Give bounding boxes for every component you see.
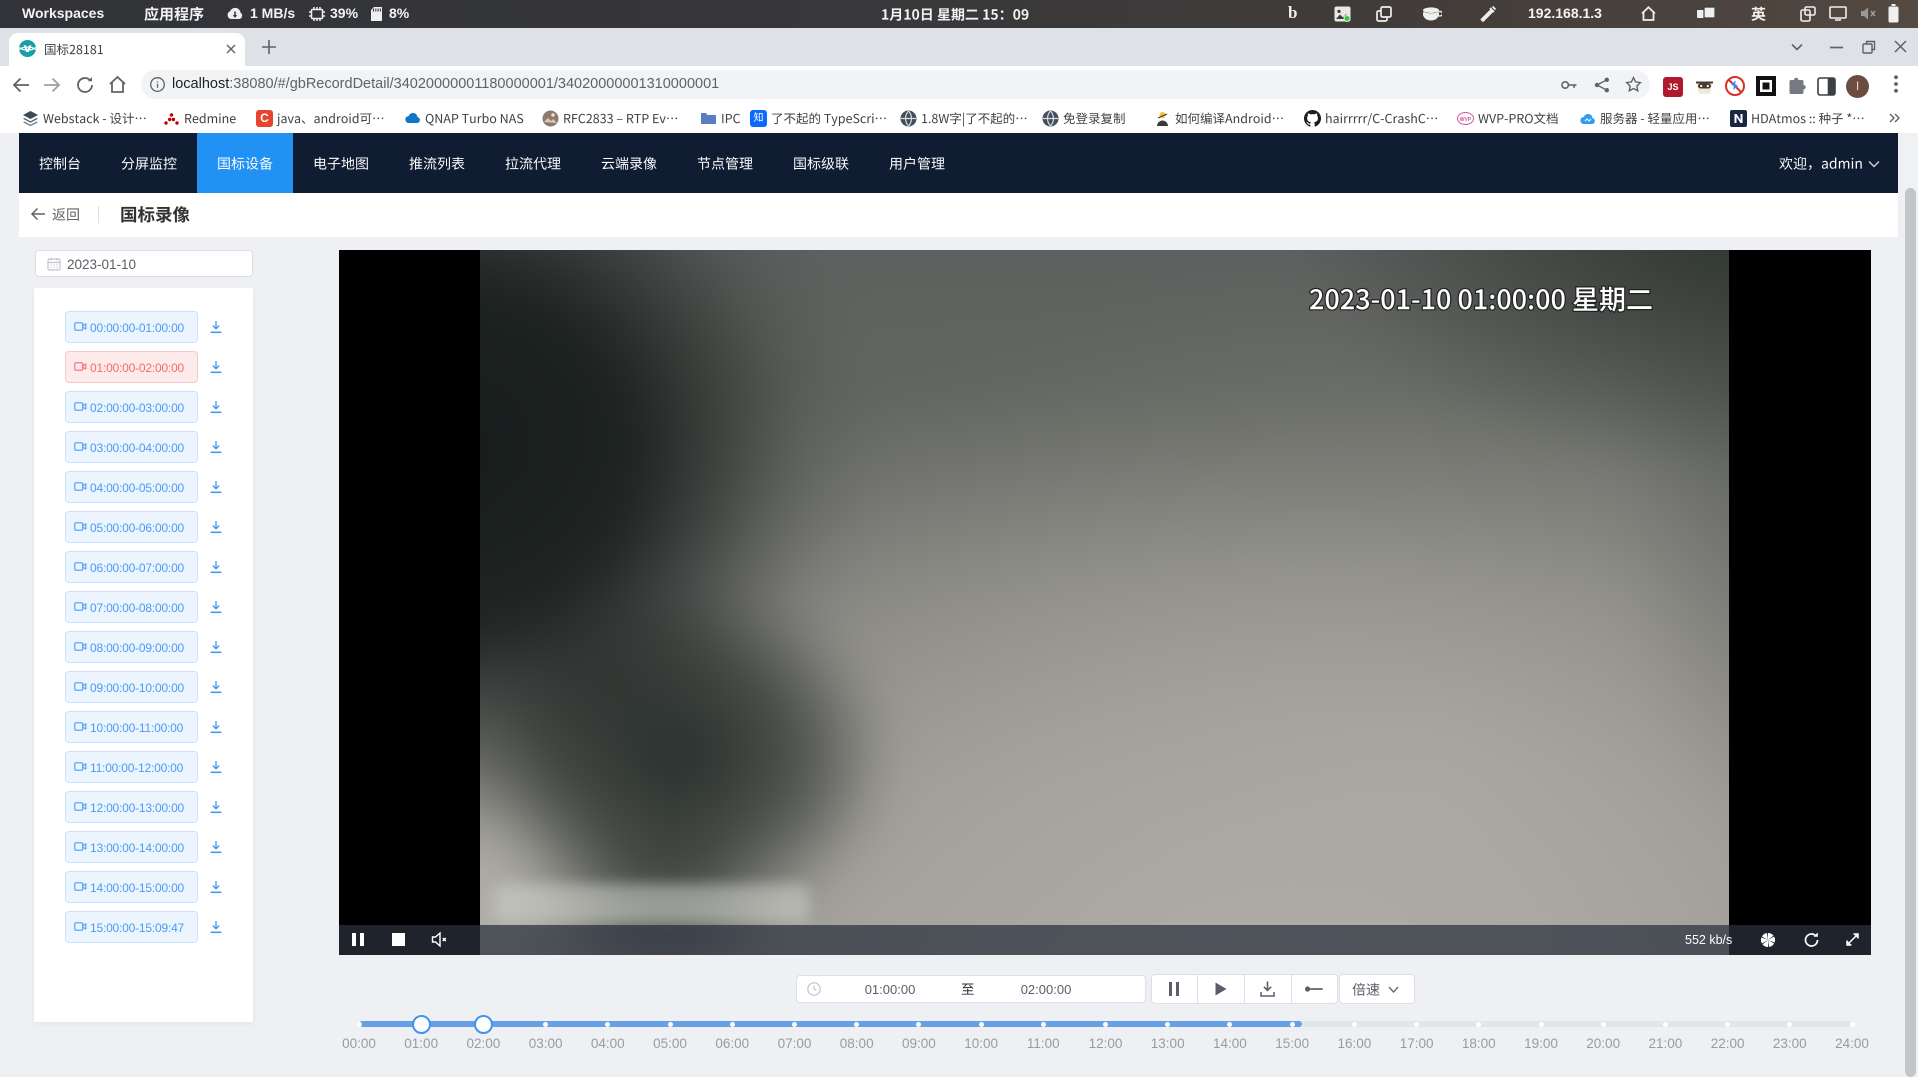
svg-text:WVP: WVP xyxy=(1460,117,1472,123)
